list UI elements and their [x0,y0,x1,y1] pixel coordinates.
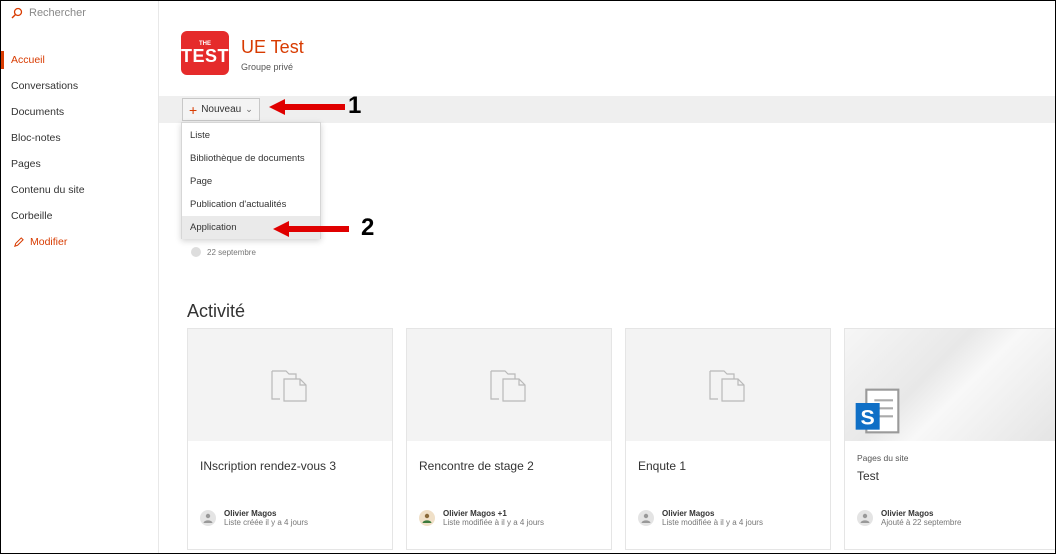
avatar [200,510,216,526]
left-navigation: Rechercher Accueil Conversations Documen… [1,1,159,553]
chevron-down-icon: ⌄ [245,104,253,114]
site-title[interactable]: UE Test [241,37,304,58]
menu-item-bibliotheque[interactable]: Bibliothèque de documents [182,147,320,170]
annotation-number-1: 1 [348,92,362,119]
card-kicker: Pages du site [857,453,909,463]
plus-icon: + [189,101,198,118]
card-description: Ajouté à 22 septembre [881,518,962,527]
nav-item-corbeille[interactable]: Corbeille [1,203,159,229]
site-logo[interactable]: THE TEST [181,31,229,75]
avatar [191,247,201,257]
avatar [638,510,654,526]
card-thumbnail [407,329,611,441]
annotation-arrow-1 [269,99,345,115]
activity-card[interactable]: INscription rendez-vous 3 Olivier Magos … [187,328,393,550]
card-footer: Olivier Magos Ajouté à 22 septembre [857,509,962,527]
list-icon [490,370,526,402]
card-thumbnail: S [845,329,1055,441]
annotation-arrow-2 [273,221,349,237]
logo-big-text: TEST [181,46,230,66]
list-icon [271,370,307,402]
avatar [857,510,873,526]
nav-item-accueil[interactable]: Accueil [1,47,159,73]
card-footer: Olivier Magos +1 Liste modifiée à il y a… [419,509,544,527]
person-icon [422,513,432,523]
pencil-icon [14,236,24,247]
new-button-label: Nouveau [201,104,242,115]
list-icon [709,370,745,402]
menu-item-page[interactable]: Page [182,170,320,193]
nav-item-documents[interactable]: Documents [1,99,159,125]
svg-text:S: S [861,405,875,429]
news-date-text: 22 septembre [207,247,256,257]
nav-list: Accueil Conversations Documents Bloc-not… [1,47,159,255]
activity-card[interactable]: Rencontre de stage 2 Olivier Magos +1 Li… [406,328,612,550]
menu-item-publication[interactable]: Publication d'actualités [182,193,320,216]
nav-item-bloc-notes[interactable]: Bloc-notes [1,125,159,151]
person-icon [203,513,213,523]
nav-item-pages[interactable]: Pages [1,151,159,177]
avatar [419,510,435,526]
card-author: Olivier Magos [224,509,277,518]
card-title: Enqute 1 [638,459,687,473]
activity-card[interactable]: Enqute 1 Olivier Magos Liste modifiée à … [625,328,831,550]
card-description: Liste modifiée à il y a 4 jours [662,518,763,527]
site-subtitle: Groupe privé [241,62,294,72]
edit-nav-link[interactable]: Modifier [1,229,159,255]
card-thumbnail [188,329,392,441]
sharepoint-page-icon: S [855,388,900,434]
card-footer: Olivier Magos Liste modifiée à il y a 4 … [638,509,763,527]
person-icon [641,513,651,523]
search-box[interactable]: Rechercher [11,3,86,23]
nav-item-conversations[interactable]: Conversations [1,73,159,99]
person-icon [860,513,870,523]
edit-label: Modifier [30,236,68,248]
card-title: Rencontre de stage 2 [419,459,534,473]
card-title: INscription rendez-vous 3 [200,459,337,473]
nav-item-contenu-du-site[interactable]: Contenu du site [1,177,159,203]
card-footer: Olivier Magos Liste créée il y a 4 jours [200,509,308,527]
card-author: Olivier Magos [662,509,715,518]
activity-heading: Activité [187,301,246,321]
search-icon [11,7,23,19]
card-thumbnail [626,329,830,441]
new-button[interactable]: + Nouveau ⌄ [182,98,260,121]
card-author: Olivier Magos [881,509,934,518]
activity-card[interactable]: S Pages du site Test Olivier Magos Ajout… [844,328,1055,550]
card-title: Test [857,469,880,483]
sharepoint-page: Rechercher Accueil Conversations Documen… [0,0,1056,554]
menu-item-liste[interactable]: Liste [182,124,320,147]
card-description: Liste créée il y a 4 jours [224,518,309,527]
search-placeholder: Rechercher [29,7,86,19]
annotation-number-2: 2 [361,214,375,241]
card-author: Olivier Magos +1 [443,509,507,518]
card-description: Liste modifiée à il y a 4 jours [443,518,544,527]
news-item-date: 22 septembre [191,247,256,257]
